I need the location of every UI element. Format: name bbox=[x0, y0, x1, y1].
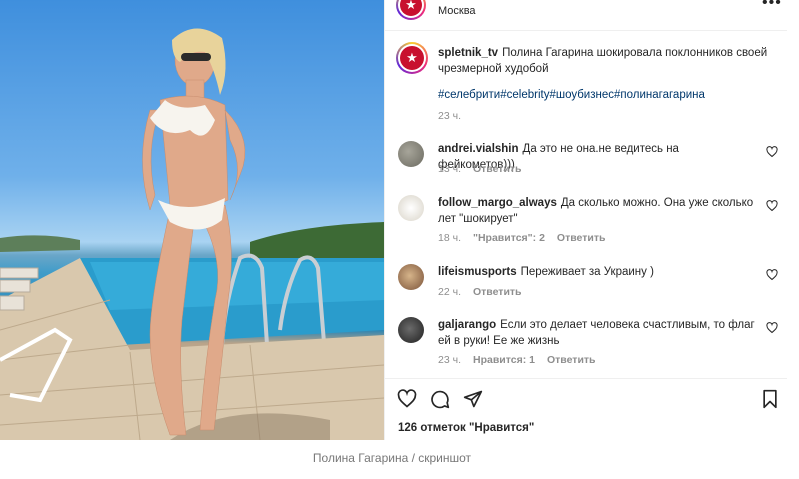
comment-body: Переживает за Украину ) bbox=[520, 266, 654, 278]
comment-heart-icon[interactable] bbox=[766, 269, 778, 281]
reply-button[interactable]: Ответить bbox=[473, 286, 522, 298]
photo-illustration bbox=[0, 28, 384, 440]
reply-button[interactable]: Ответить bbox=[547, 354, 596, 366]
header-divider bbox=[384, 30, 787, 31]
comment-avatar[interactable] bbox=[398, 141, 424, 167]
caption-username[interactable]: spletnik_tv bbox=[438, 47, 498, 59]
comment-username[interactable]: andrei.vialshin bbox=[438, 143, 519, 155]
comment-icon[interactable] bbox=[430, 389, 450, 409]
comment-meta: 18 ч. "Нравится": 2 Ответить bbox=[438, 232, 617, 244]
comment-likes[interactable]: Нравится: 1 bbox=[473, 354, 535, 366]
post-location[interactable]: Москва bbox=[438, 5, 476, 17]
avatar-logo bbox=[400, 0, 422, 16]
caption-time: 23 ч. bbox=[438, 110, 461, 122]
comment-heart-icon[interactable] bbox=[766, 200, 778, 212]
actions-divider bbox=[384, 378, 787, 379]
avatar-logo bbox=[400, 46, 424, 70]
more-icon[interactable]: ••• bbox=[762, 0, 782, 12]
comment-meta: 23 ч. Нравится: 1 Ответить bbox=[438, 354, 608, 366]
comment-avatar[interactable] bbox=[398, 317, 424, 343]
reply-button[interactable]: Ответить bbox=[557, 232, 606, 244]
comment-time: 22 ч. bbox=[438, 286, 461, 298]
share-icon[interactable] bbox=[463, 389, 483, 409]
likes-count[interactable]: 126 отметок "Нравится" bbox=[398, 422, 534, 434]
comment-time: 18 ч. bbox=[438, 232, 461, 244]
comment-heart-icon[interactable] bbox=[766, 322, 778, 334]
image-credit: Полина Гагарина / скриншот bbox=[312, 451, 472, 465]
caption-avatar[interactable] bbox=[396, 42, 428, 74]
comment-heart-icon[interactable] bbox=[766, 146, 778, 158]
comment-username[interactable]: lifeismusports bbox=[438, 266, 517, 278]
bookmark-icon[interactable] bbox=[760, 389, 780, 409]
reply-button[interactable]: Ответить bbox=[473, 163, 522, 175]
comment-meta: 22 ч. Ответить bbox=[438, 286, 534, 298]
comment-text: lifeismusports Переживает за Украину ) bbox=[438, 264, 756, 280]
caption: spletnik_tv Полина Гагарина шокировала по… bbox=[438, 45, 773, 77]
caption-hashtags[interactable]: #селебрити#celebrity#шоубизнес#полинагаг… bbox=[438, 89, 705, 101]
comment-time: 23 ч. bbox=[438, 354, 461, 366]
comment-time: 13 ч. bbox=[438, 163, 461, 175]
comment-avatar[interactable] bbox=[398, 264, 424, 290]
comment-likes[interactable]: "Нравится": 2 bbox=[473, 232, 545, 244]
comment-meta: 13 ч. Ответить bbox=[438, 163, 534, 175]
comment-avatar[interactable] bbox=[398, 195, 424, 221]
heart-icon[interactable] bbox=[397, 389, 417, 409]
comment-text: galjarango Если это делает человека счаст… bbox=[438, 317, 756, 349]
comment-username[interactable]: follow_margo_always bbox=[438, 197, 557, 209]
post-photo[interactable] bbox=[0, 0, 384, 440]
comment-text: follow_margo_always Да сколько можно. Она… bbox=[438, 195, 756, 227]
comment-username[interactable]: galjarango bbox=[438, 319, 496, 331]
